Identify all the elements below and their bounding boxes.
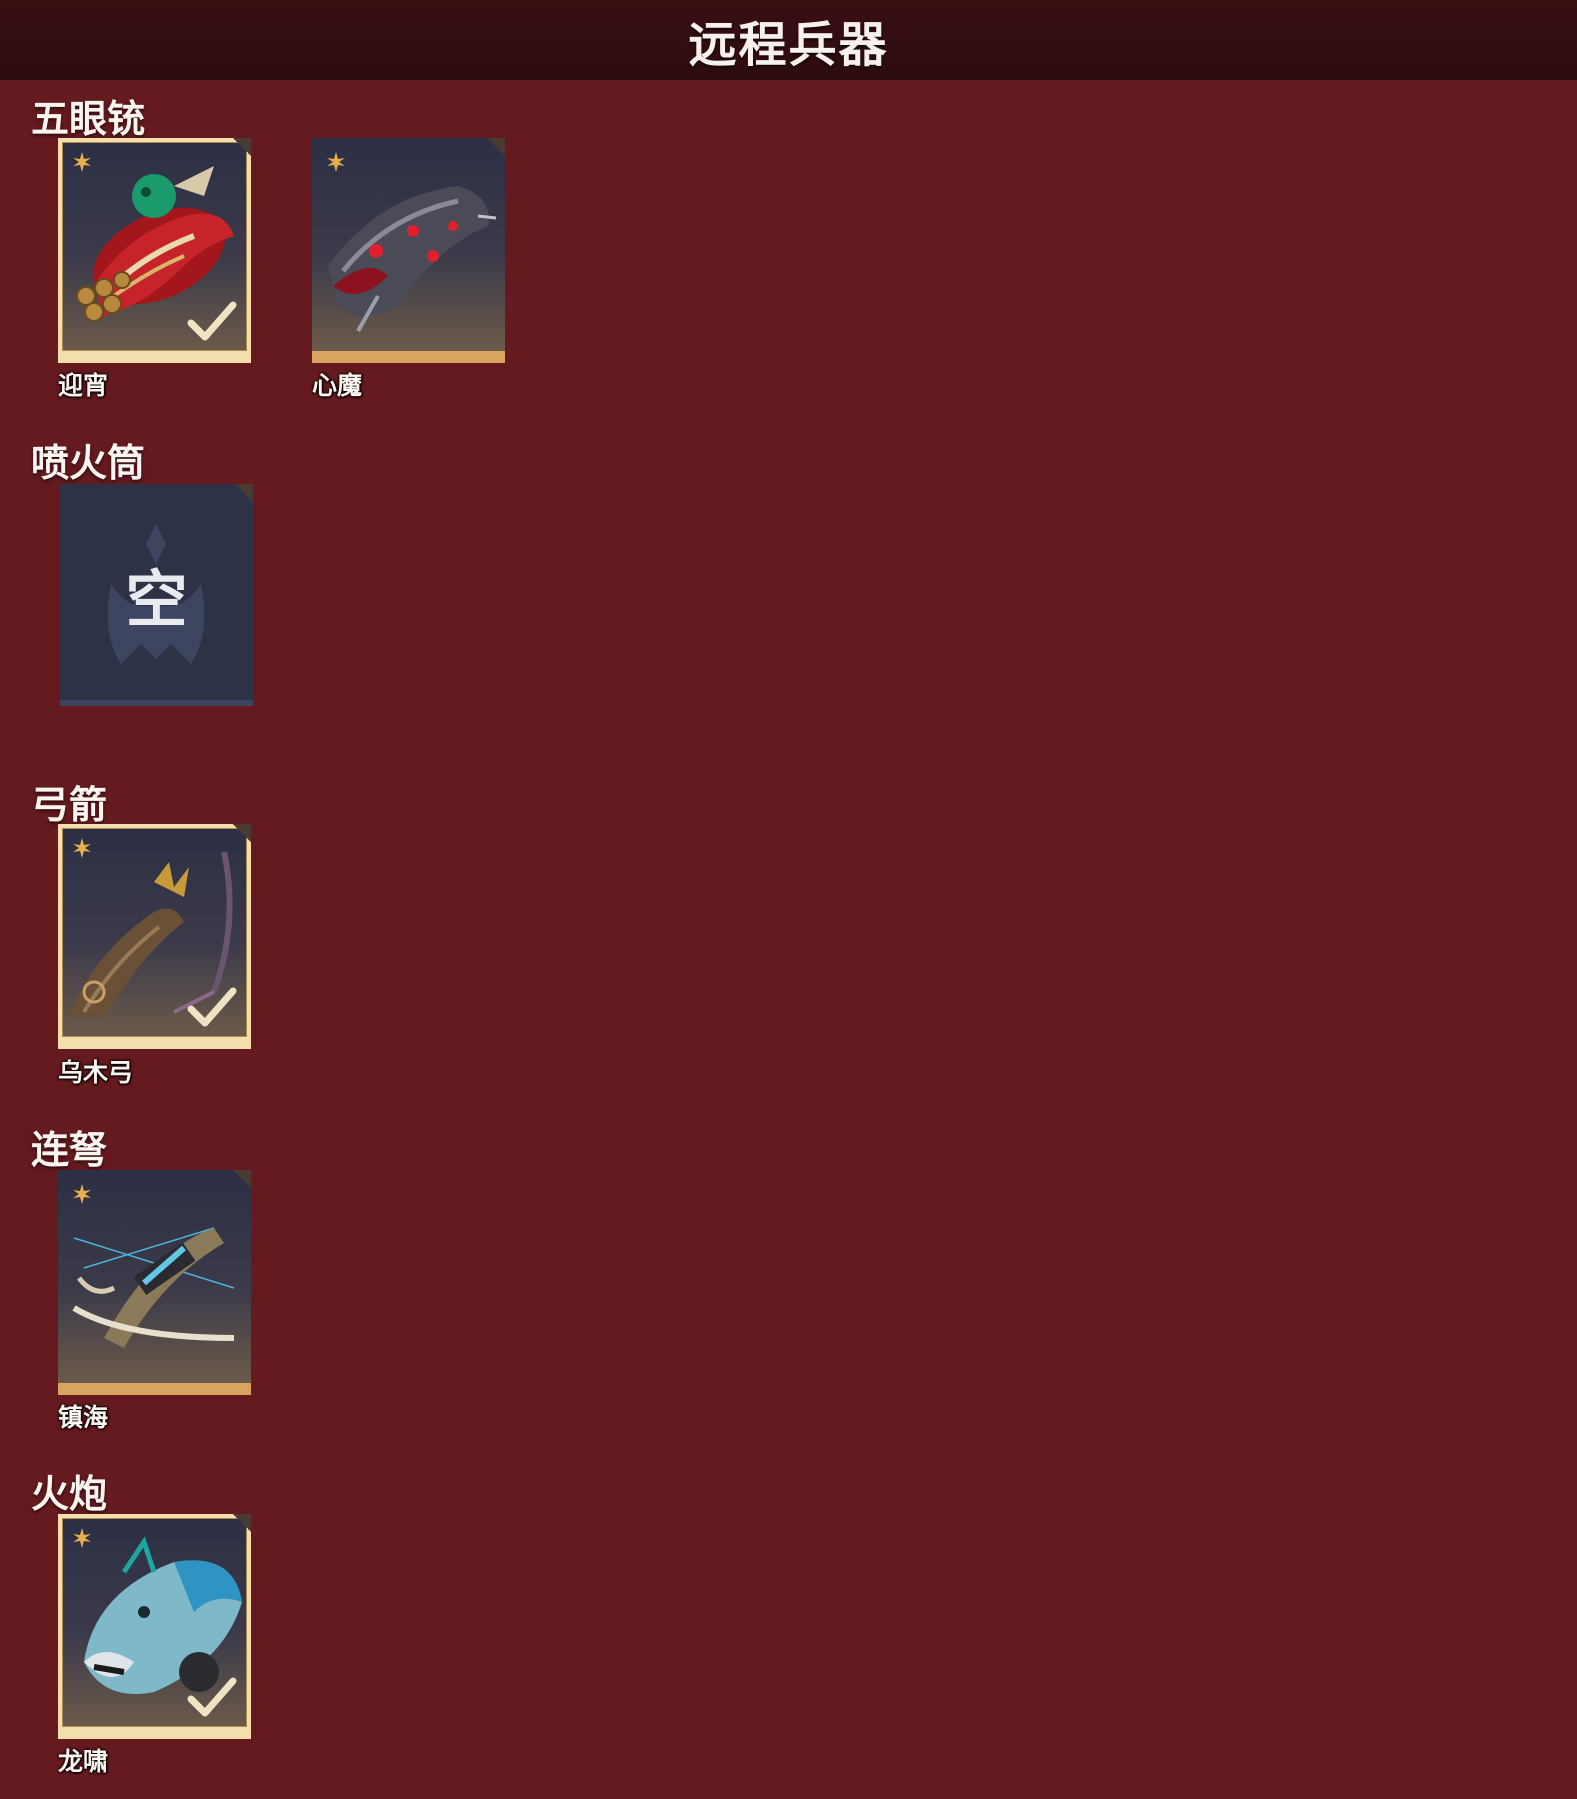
corner-tab [487,138,505,156]
section-title-gongjian: 弓箭 [31,783,108,827]
equipped-check-icon [187,301,237,341]
page-header: 远程兵器 [0,0,1577,80]
rarity-star-icon [73,838,91,858]
demon-cannon-dark-icon [328,186,497,332]
equipped-check-icon [187,1677,237,1717]
weapon-card-wumugong[interactable] [58,824,251,1049]
weapon-name: 龙啸 [58,1747,109,1776]
weapon-name: 乌木弓 [58,1058,134,1087]
rarity-star-icon [73,1528,91,1548]
section-title-penhuotong: 喷火筒 [31,441,146,485]
page-title: 远程兵器 [688,17,889,73]
rarity-star-icon [73,1184,91,1204]
section-title-wuyanchong: 五眼铳 [31,97,146,141]
weapon-card-zhenhai[interactable] [58,1170,251,1395]
rarity-star-icon [327,152,345,172]
equipped-check-icon [187,987,237,1027]
repeating-crossbow-icon [72,1227,235,1348]
weapon-card-xinmo[interactable] [312,138,505,363]
weapon-name: 镇海 [58,1403,109,1432]
section-title-liannu: 连弩 [31,1128,108,1172]
rarity-star-icon [73,152,91,172]
corner-tab [233,138,251,156]
weapon-name: 心魔 [312,371,363,400]
corner-tab [233,1514,251,1532]
corner-tab [233,824,251,842]
weapon-card-longxiao[interactable] [58,1514,251,1739]
empty-slot-content: 空 [60,484,253,703]
weapon-name: 迎宵 [58,371,109,400]
weapon-card-yingxiao[interactable] [58,138,251,363]
empty-weapon-slot[interactable]: 空 [60,484,253,706]
empty-slot-label: 空 [125,562,188,636]
corner-tab [233,1170,251,1188]
section-title-huopao: 火炮 [31,1472,108,1516]
